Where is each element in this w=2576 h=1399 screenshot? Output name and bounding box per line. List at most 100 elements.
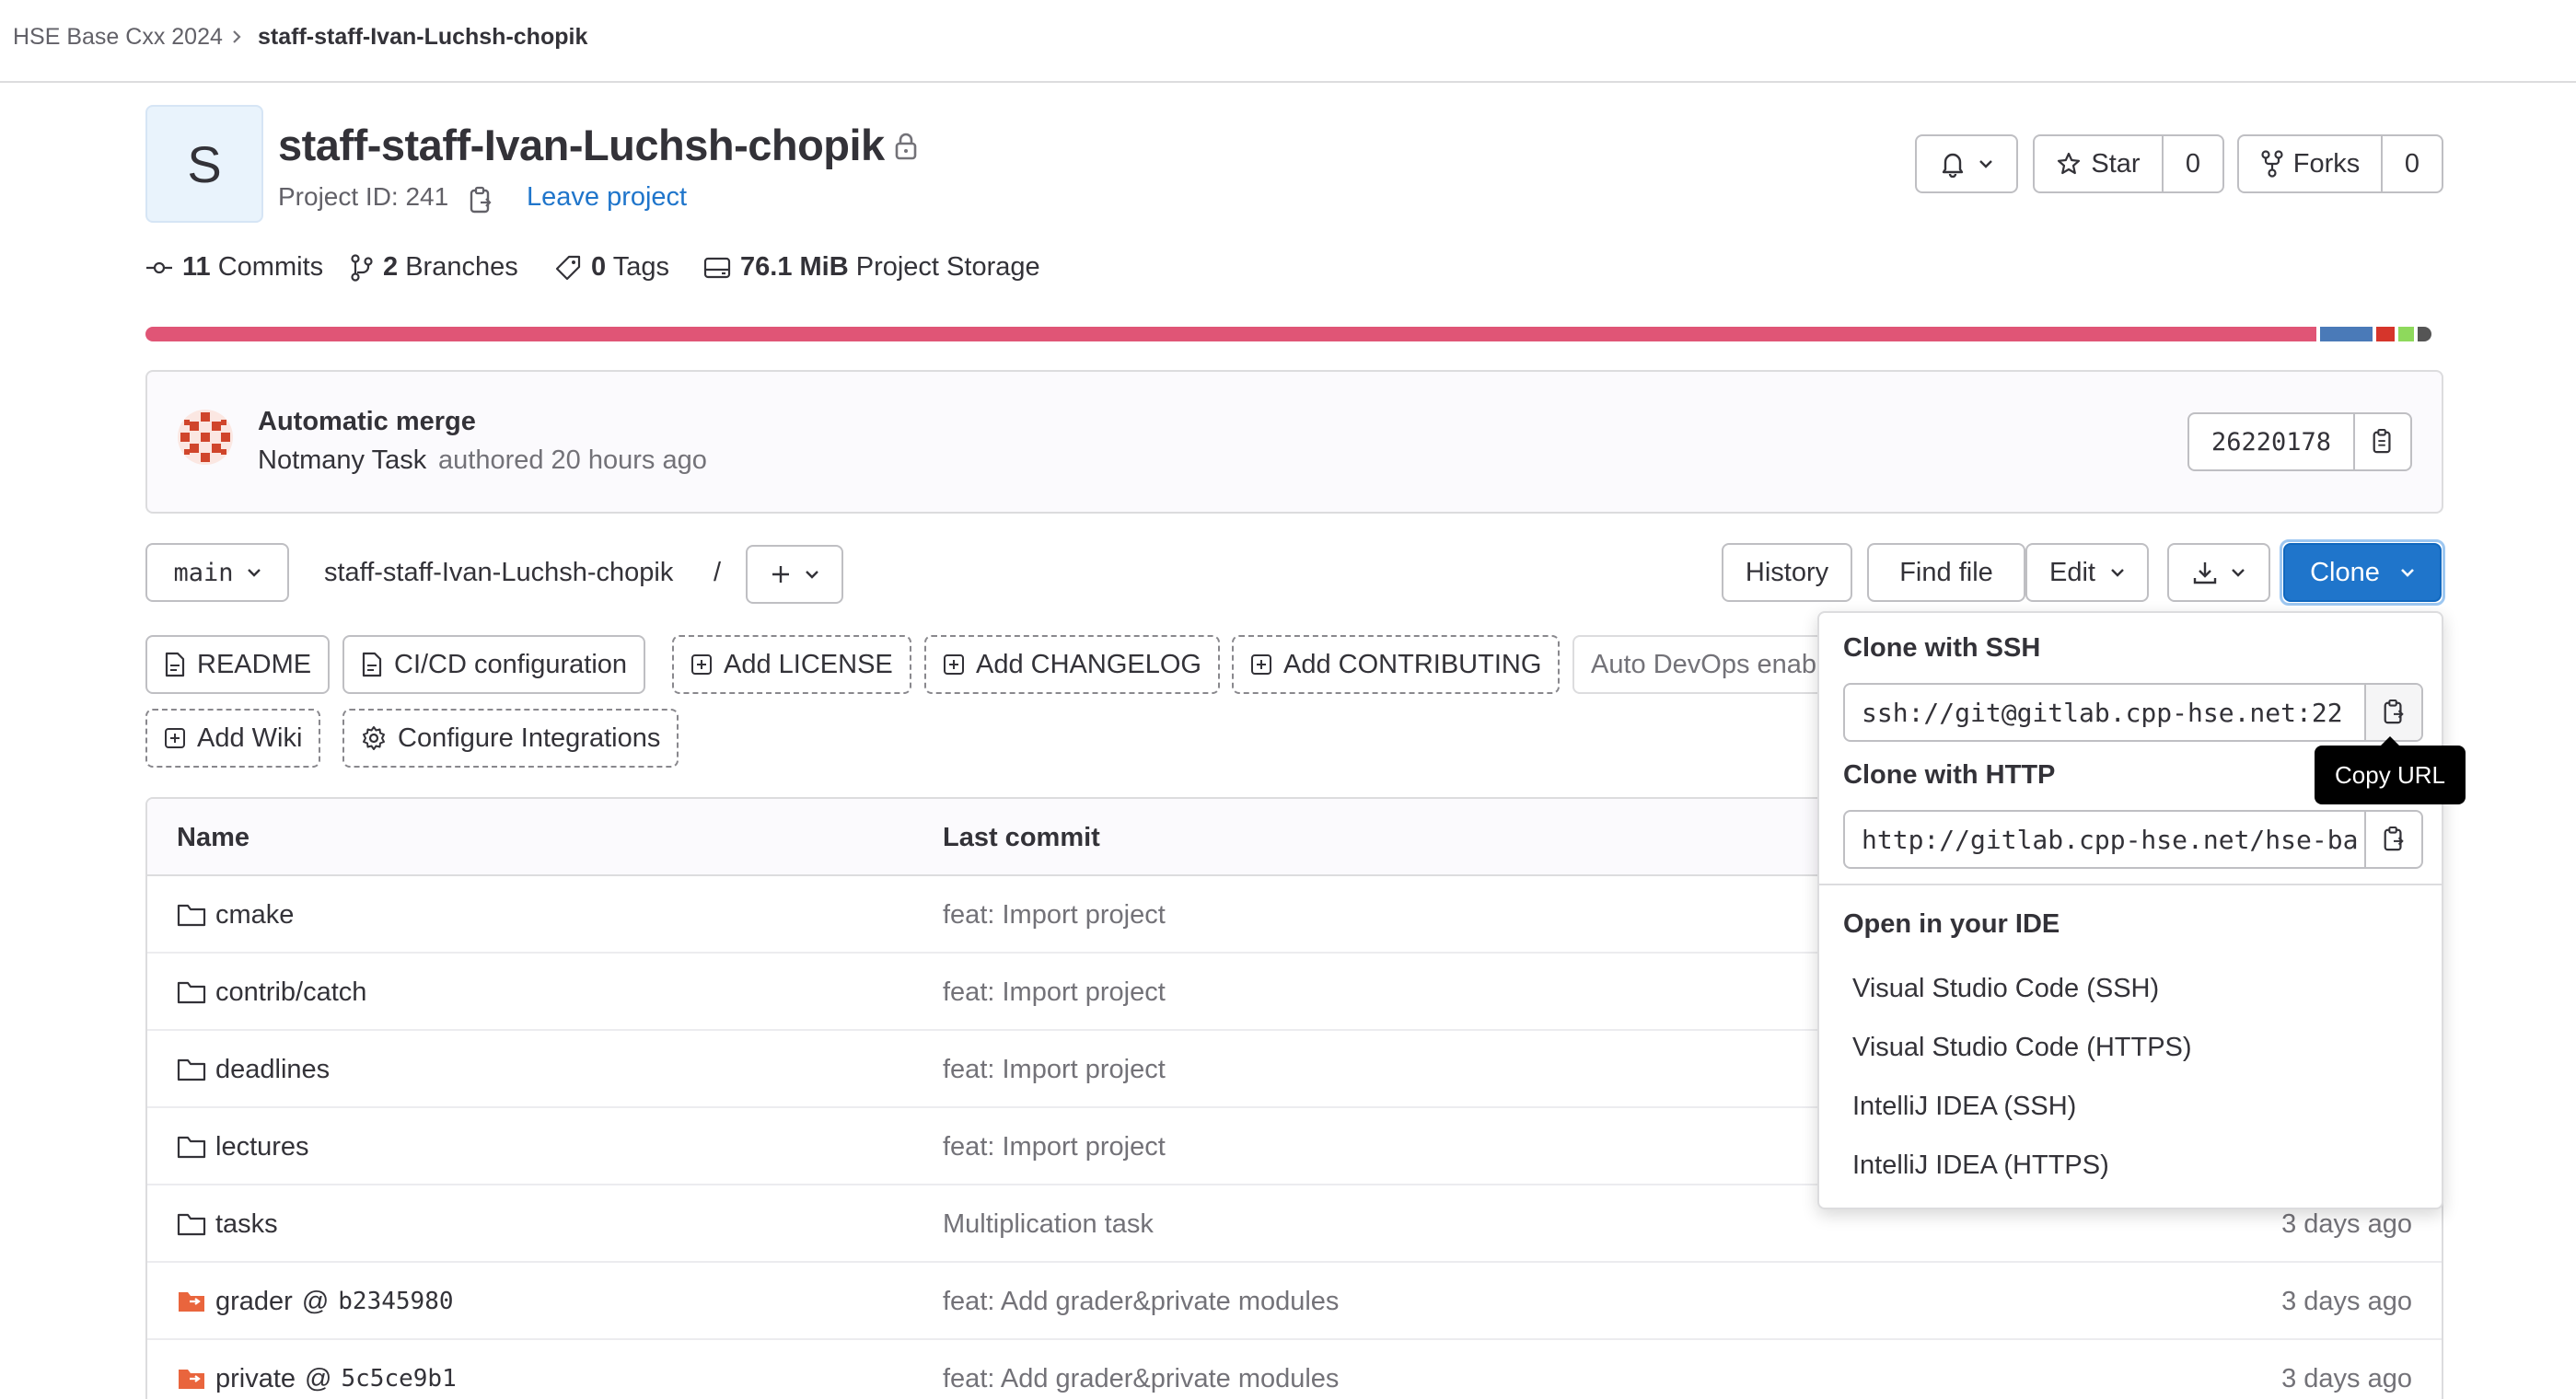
- readme-button[interactable]: README: [145, 635, 331, 694]
- last-commit-message-link[interactable]: feat: Import project: [943, 876, 1166, 954]
- submodule-sha-link[interactable]: b2345980: [338, 1288, 453, 1315]
- add-license-label: Add LICENSE: [724, 649, 893, 679]
- readme-label: README: [197, 649, 312, 679]
- commit-sha-button[interactable]: 26220178: [2189, 414, 2355, 469]
- file-name-cell[interactable]: contrib/catch: [177, 954, 366, 1031]
- configure-integrations-label: Configure Integrations: [398, 723, 661, 753]
- table-row[interactable]: grader @ b2345980 feat: Add grader&private …: [147, 1263, 2442, 1340]
- branches-count: 2: [383, 252, 399, 282]
- file-name-cell[interactable]: deadlines: [177, 1031, 330, 1108]
- copy-sha-icon[interactable]: [2355, 428, 2410, 456]
- submodule-icon: [177, 1289, 206, 1314]
- copy-icon: [2382, 826, 2406, 853]
- ide-option-intellij-https[interactable]: IntelliJ IDEA (HTTPS): [1852, 1150, 2109, 1181]
- storage-stat-link[interactable]: 76.1 MiB Project Storage: [703, 252, 1040, 283]
- branches-stat-link[interactable]: 2 Branches: [350, 252, 518, 283]
- chevron-down-icon: [805, 569, 819, 580]
- configure-integrations-button[interactable]: Configure Integrations: [342, 709, 679, 768]
- breadcrumb-project-link[interactable]: staff-staff-Ivan-Luchsh-chopik: [258, 24, 587, 51]
- add-license-button[interactable]: Add LICENSE: [672, 635, 911, 694]
- clone-label: Clone: [2310, 557, 2380, 587]
- file-name-cell[interactable]: tasks: [177, 1185, 278, 1263]
- copy-project-id-icon[interactable]: [468, 186, 493, 215]
- chevron-down-icon: [2400, 567, 2415, 578]
- file-name-link[interactable]: lectures: [215, 1132, 309, 1162]
- commit-message-link[interactable]: Automatic merge: [258, 407, 476, 437]
- table-row[interactable]: private @5c5ce9b1 feat: Add grader&private…: [147, 1340, 2442, 1399]
- star-button[interactable]: Star 0: [2033, 134, 2224, 193]
- copy-ssh-url-button[interactable]: [2364, 685, 2421, 740]
- copy-http-url-button[interactable]: [2364, 812, 2421, 867]
- file-name-cell[interactable]: lectures: [177, 1108, 309, 1185]
- last-commit-message-link[interactable]: feat: Import project: [943, 954, 1166, 1031]
- commit-author-link[interactable]: Notmany Task: [258, 445, 426, 476]
- add-to-tree-dropdown[interactable]: [746, 545, 843, 604]
- language-bar-segment: [2320, 327, 2373, 341]
- branch-name: main: [173, 558, 234, 587]
- ide-option-intellij-ssh[interactable]: IntelliJ IDEA (SSH): [1852, 1092, 2076, 1122]
- last-commit-message-link[interactable]: feat: Import project: [943, 1108, 1166, 1185]
- add-wiki-label: Add Wiki: [197, 723, 303, 753]
- ssh-url-field[interactable]: ssh://git@gitlab.cpp-hse.net:22: [1843, 683, 2423, 742]
- file-name-cell[interactable]: private @5c5ce9b1: [177, 1340, 457, 1399]
- history-button[interactable]: History: [1722, 543, 1852, 602]
- language-bar-segment: [2418, 327, 2431, 341]
- name-column-header: Name: [177, 822, 249, 852]
- tags-stat-link[interactable]: 0 Tags: [554, 252, 669, 283]
- storage-icon: [703, 256, 731, 280]
- forks-count[interactable]: 0: [2383, 149, 2442, 179]
- cicd-configuration-button[interactable]: CI/CD configuration: [342, 635, 646, 694]
- http-url-input[interactable]: http://gitlab.cpp-hse.net/hse-ba: [1845, 812, 2364, 867]
- submodule-sha-link[interactable]: 5c5ce9b1: [342, 1365, 457, 1393]
- leave-project-link[interactable]: Leave project: [527, 182, 687, 213]
- http-url-field[interactable]: http://gitlab.cpp-hse.net/hse-ba: [1843, 810, 2423, 869]
- tags-count: 0: [591, 252, 607, 282]
- forks-button[interactable]: Forks 0: [2237, 134, 2443, 193]
- edit-dropdown-button[interactable]: Edit: [2025, 543, 2149, 602]
- project-avatar: S: [145, 105, 263, 223]
- clone-dropdown-button[interactable]: Clone: [2283, 543, 2442, 602]
- last-commit-message-link[interactable]: Multiplication task: [943, 1185, 1154, 1263]
- author-avatar[interactable]: [177, 409, 234, 466]
- add-wiki-button[interactable]: Add Wiki: [145, 709, 321, 768]
- add-contributing-button[interactable]: Add CONTRIBUTING: [1232, 635, 1561, 694]
- commits-stat-link[interactable]: 11 Commits: [145, 252, 323, 283]
- plus-square-icon: [690, 653, 713, 676]
- last-commit-panel: [145, 370, 2443, 514]
- branches-label: Branches: [405, 252, 518, 282]
- breadcrumb-group-link[interactable]: HSE Base Cxx 2024: [13, 24, 223, 51]
- auto-devops-button[interactable]: Auto DevOps enab: [1572, 635, 1830, 694]
- last-commit-message-link[interactable]: feat: Add grader&private modules: [943, 1340, 1339, 1399]
- cicd-label: CI/CD configuration: [394, 649, 628, 679]
- repository-languages-bar[interactable]: [145, 327, 2443, 341]
- last-commit-message-link[interactable]: feat: Import project: [943, 1031, 1166, 1108]
- language-bar-segment: [2376, 327, 2395, 341]
- ssh-url-input[interactable]: ssh://git@gitlab.cpp-hse.net:22: [1845, 685, 2364, 740]
- notifications-dropdown-button[interactable]: [1915, 134, 2018, 193]
- add-changelog-button[interactable]: Add CHANGELOG: [924, 635, 1220, 694]
- file-name-cell[interactable]: cmake: [177, 876, 294, 954]
- download-dropdown-button[interactable]: [2167, 543, 2270, 602]
- file-name-link[interactable]: contrib/catch: [215, 977, 366, 1008]
- tags-label: Tags: [612, 252, 669, 282]
- file-name-link[interactable]: grader: [215, 1287, 293, 1317]
- plus-square-icon: [164, 727, 186, 749]
- find-file-button[interactable]: Find file: [1867, 543, 2025, 602]
- file-name-link[interactable]: private: [215, 1364, 296, 1394]
- language-bar-segment: [145, 327, 2316, 341]
- commit-authored-time: authored 20 hours ago: [438, 445, 707, 475]
- file-name-link[interactable]: tasks: [215, 1209, 278, 1240]
- copy-icon: [2382, 699, 2406, 726]
- file-name-link[interactable]: cmake: [215, 900, 294, 931]
- fork-icon: [2260, 150, 2284, 178]
- last-commit-message-link[interactable]: feat: Add grader&private modules: [943, 1263, 1339, 1340]
- repo-path-link[interactable]: staff-staff-Ivan-Luchsh-chopik: [324, 558, 673, 588]
- star-count[interactable]: 0: [2164, 149, 2222, 179]
- file-name-cell[interactable]: grader @ b2345980: [177, 1263, 454, 1340]
- file-name-link[interactable]: deadlines: [215, 1055, 330, 1085]
- ide-option-vscode-ssh[interactable]: Visual Studio Code (SSH): [1852, 974, 2159, 1004]
- ide-option-vscode-https[interactable]: Visual Studio Code (HTTPS): [1852, 1033, 2192, 1063]
- last-commit-column-header: Last commit: [943, 822, 1100, 852]
- branch-selector[interactable]: main: [145, 543, 289, 602]
- commit-icon: [145, 259, 173, 277]
